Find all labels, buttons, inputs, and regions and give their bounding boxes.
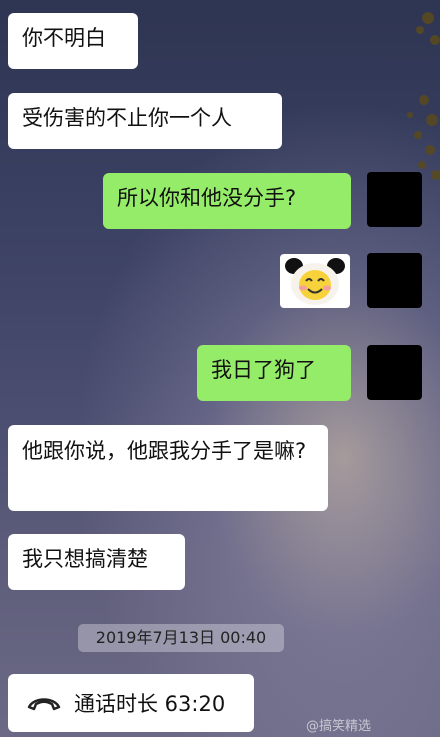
message-text: 我日了狗了 xyxy=(211,358,316,382)
phone-hangup-icon xyxy=(27,698,61,711)
avatar[interactable] xyxy=(367,253,422,308)
call-record-bubble[interactable]: 通话时长 63:20 xyxy=(8,674,254,732)
smiling-panda-icon xyxy=(285,258,345,305)
call-duration-text: 通话时长 63:20 xyxy=(74,692,226,716)
message-text: 我只想搞清楚 xyxy=(22,547,148,571)
avatar[interactable] xyxy=(367,172,422,227)
watermark: @搞笑精选 xyxy=(306,719,372,734)
message-text: 你不明白 xyxy=(22,26,106,50)
message-text: 所以你和他没分手? xyxy=(117,186,297,210)
chat-timestamp: 2019年7月13日 00:40 xyxy=(78,624,284,652)
tree-leaves-decoration xyxy=(407,12,440,180)
message-bubble-outgoing[interactable]: 所以你和他没分手? xyxy=(103,173,351,229)
message-bubble-incoming[interactable]: 受伤害的不止你一个人 xyxy=(8,93,282,149)
message-bubble-incoming[interactable]: 他跟你说，他跟我分手了是嘛? xyxy=(8,425,328,511)
message-bubble-outgoing[interactable]: 我日了狗了 xyxy=(197,345,351,401)
avatar[interactable] xyxy=(367,345,422,400)
message-text: 他跟你说，他跟我分手了是嘛? xyxy=(22,439,307,463)
smiling-panda-sticker[interactable] xyxy=(280,254,350,308)
message-bubble-incoming[interactable]: 我只想搞清楚 xyxy=(8,534,185,590)
message-text: 受伤害的不止你一个人 xyxy=(22,106,232,130)
message-bubble-incoming[interactable]: 你不明白 xyxy=(8,13,138,69)
